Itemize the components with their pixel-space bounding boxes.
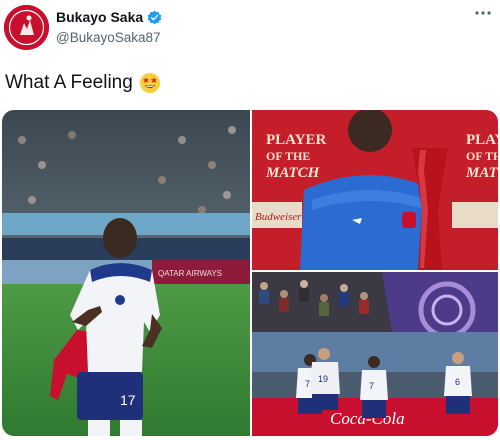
more-options-icon[interactable] (472, 6, 494, 20)
display-name[interactable]: Bukayo Saka (56, 9, 143, 25)
potm-right-line-2: OF TH (466, 149, 498, 163)
tweet-header: Bukayo Saka @BukayoSaka87 (0, 0, 500, 62)
player-of-the-match-photo-icon: PLAYER OF THE MATCH PLAY OF TH MATC Budw… (252, 110, 498, 270)
board-text: QATAR AIRWAYS (158, 269, 222, 278)
avatar-logo-icon (4, 5, 49, 50)
player-number-1: 7 (305, 379, 310, 389)
tweet-text: What A Feeling (5, 72, 161, 94)
media-grid: QATAR AIRWAYS 17 PLAYER OF THE MATCH PLA… (2, 110, 498, 436)
avatar[interactable] (4, 5, 49, 50)
star-struck-emoji-icon (139, 72, 161, 94)
shirt-number: 17 (120, 392, 136, 408)
potm-line-3: MATCH (265, 165, 321, 181)
media-photo-crowd[interactable] (252, 272, 498, 332)
player-number-4: 6 (455, 377, 460, 387)
player-number-2: 19 (318, 374, 328, 384)
media-photo-team-celebration[interactable]: Coca-Cola 7 19 7 6 (252, 332, 498, 436)
potm-right-line-1: PLAY (466, 132, 498, 148)
media-photo-player-of-the-match[interactable]: PLAYER OF THE MATCH PLAY OF TH MATC Budw… (252, 110, 498, 270)
potm-line-2: OF THE (266, 149, 310, 163)
verified-badge-icon (147, 10, 162, 25)
user-handle[interactable]: @BukayoSaka87 (56, 30, 161, 45)
name-row: Bukayo Saka (56, 9, 162, 25)
tweet-body: What A Feeling (5, 72, 133, 93)
potm-line-1: PLAYER (266, 132, 326, 148)
media-photo-celebration[interactable]: QATAR AIRWAYS 17 (2, 110, 250, 436)
crowd-photo-icon (252, 272, 498, 332)
team-celebration-photo-icon: Coca-Cola 7 19 7 6 (252, 332, 498, 436)
potm-right-line-3: MATC (465, 165, 498, 181)
player-celebrating-photo-icon: QATAR AIRWAYS 17 (2, 110, 250, 436)
sponsor-left: Budweiser (255, 211, 302, 223)
player-number-3: 7 (369, 381, 374, 391)
